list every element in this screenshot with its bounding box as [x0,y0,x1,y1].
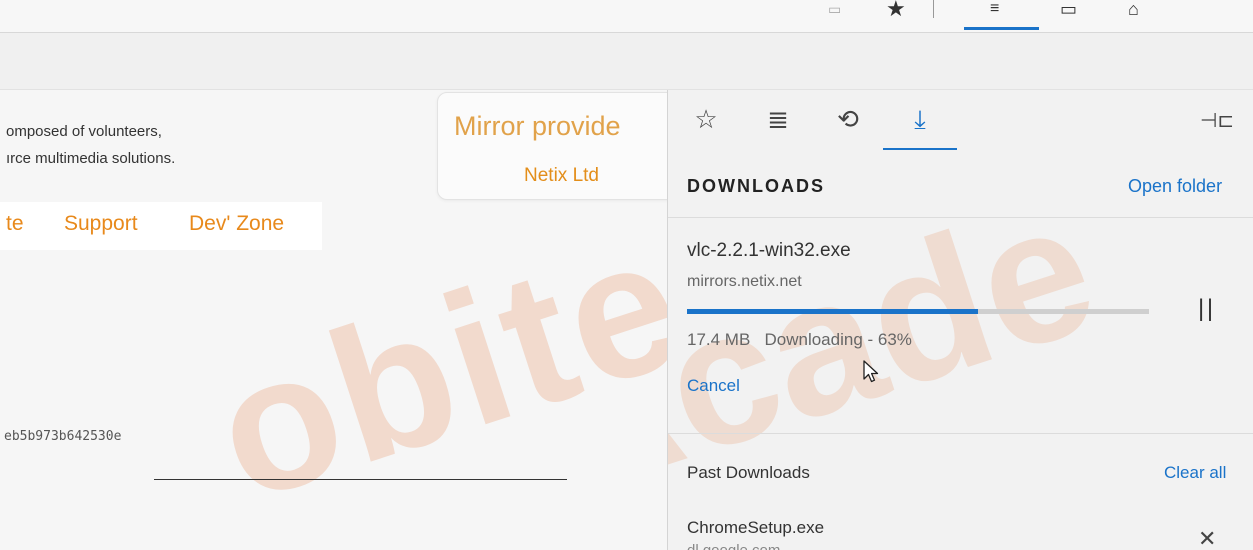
pin-panel-icon[interactable]: ⊣⊏ [1200,108,1234,133]
nav-item-te[interactable]: te [6,212,24,236]
reading-view-icon[interactable]: ▭ [828,0,841,22]
tab-history[interactable]: ⟲ [828,104,868,136]
divider [668,433,1253,434]
download-status-text: Downloading - 63% [764,330,912,349]
remove-download-icon[interactable]: ✕ [1198,526,1216,550]
divider-line [154,479,567,480]
tab-reading-list[interactable]: ≣ [758,104,798,136]
share-icon[interactable]: ⌂ [1128,0,1139,22]
active-tab-indicator [883,148,957,150]
divider [668,217,1253,218]
panel-title: DOWNLOADS [687,176,825,196]
clear-all-link[interactable]: Clear all [1164,463,1226,483]
toolbar-divider [933,0,934,18]
mirror-title: Mirror provide [454,111,621,141]
hub-icon[interactable]: ≡ [990,0,999,22]
cancel-download-link[interactable]: Cancel [687,376,740,396]
mouse-cursor-icon [863,360,879,383]
hub-active-indicator [964,27,1039,30]
star-outline-icon: ☆ [694,104,718,134]
download-filename[interactable]: vlc-2.2.1-win32.exe [687,240,851,262]
mirror-provider-link[interactable]: Netix Ltd [524,165,599,187]
page-intro-text: omposed of volunteers, ırce multimedia s… [6,118,175,172]
reading-list-icon: ≣ [767,104,789,134]
download-source: mirrors.netix.net [687,273,802,290]
history-icon: ⟲ [837,104,859,134]
tab-favorites[interactable]: ☆ [686,104,726,136]
browser-toolbar: ▭ ★ ≡ ▭ ⌂ [0,0,1253,33]
download-progress-fill [687,309,979,314]
checksum-text: eb5b973b642530e [4,429,122,444]
past-download-filename[interactable]: ChromeSetup.exe [687,518,824,538]
download-size: 17.4 MB [687,330,751,349]
open-folder-link[interactable]: Open folder [1128,176,1222,197]
site-nav: te Support Dev' Zone [0,202,322,250]
past-downloads-label: Past Downloads [687,463,810,482]
notes-icon[interactable]: ▭ [1060,0,1077,22]
download-status: 17.4 MB Downloading - 63% [687,330,912,350]
download-icon: ⤓ [914,104,926,134]
nav-item-dev-zone[interactable]: Dev' Zone [189,212,284,236]
download-progress-bar [687,309,1149,314]
nav-item-support[interactable]: Support [64,212,138,236]
mirror-provider-box: Mirror provide Netix Ltd [437,92,668,200]
intro-line-1: omposed of volunteers, [6,123,162,140]
tab-downloads[interactable]: ⤓ [900,104,940,136]
address-bar-area [0,33,1253,90]
intro-line-2: ırce multimedia solutions. [6,150,176,167]
web-page: obiteq omposed of volunteers, ırce multi… [0,90,668,550]
pause-icon: | | [1198,295,1213,322]
downloads-panel: Acade ☆ ≣ ⟲ ⤓ ⊣⊏ DOWNLOADS Open folder v… [667,90,1253,550]
pause-button[interactable]: | | [1198,295,1213,323]
past-download-source: dl.google.com [687,542,780,550]
favorite-star-icon[interactable]: ★ [886,0,906,22]
